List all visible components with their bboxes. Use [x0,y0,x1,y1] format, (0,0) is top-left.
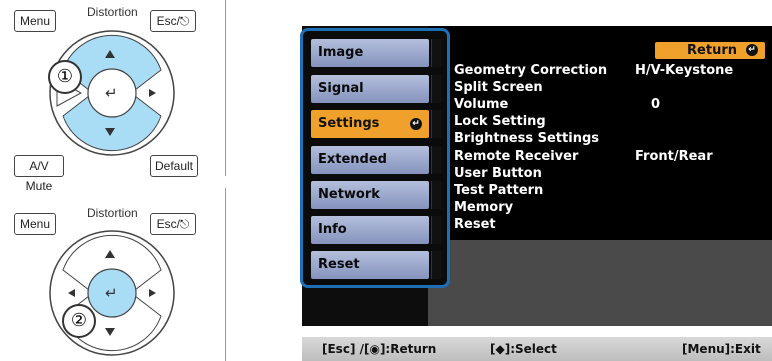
setting-remote-receiver-value: Front/Rear [635,149,713,164]
setting-reset[interactable]: Reset [454,216,496,234]
setting-volume-value: 0 [651,97,661,112]
main-menu-panel: Image Signal Settings ↵ Extended Network… [300,28,450,288]
return-label: Return [687,43,737,58]
remote-top-panel: Menu Distortion Esc/⎋ A/V Mute Default ↵… [0,0,226,193]
default-button[interactable]: Default [150,155,198,177]
footer-return-hint: [Esc] /[◉]:Return [322,342,437,356]
menu-item-settings-label: Settings [318,116,380,131]
setting-geometry-correction[interactable]: Geometry Correction [454,62,607,80]
menu-item-signal[interactable]: Signal [311,75,429,103]
step-2-marker: ② [62,304,96,338]
setting-lock-setting[interactable]: Lock Setting [454,113,546,131]
enter-icon: ↵ [746,44,758,56]
menu-item-info[interactable]: Info [311,216,429,244]
menu-footer-bar: [Esc] /[◉]:Return [◆]:Select [Menu]:Exit [302,337,772,361]
av-mute-button[interactable]: A/V Mute [14,155,64,193]
return-button[interactable]: Return ↵ [655,42,765,59]
setting-remote-receiver[interactable]: Remote Receiver [454,148,578,166]
distortion-label: Distortion [87,5,138,19]
menu-item-network[interactable]: Network [311,181,429,209]
submenu-empty-area [428,240,772,326]
setting-brightness-settings[interactable]: Brightness Settings [454,130,599,148]
setting-split-screen[interactable]: Split Screen [454,79,543,97]
setting-memory[interactable]: Memory [454,199,513,217]
step-1-marker: ① [48,60,82,94]
directional-pad-bottom[interactable]: ↵ [47,228,177,358]
menu-item-settings[interactable]: Settings ↵ [311,110,429,138]
menu-item-reset[interactable]: Reset [311,251,429,279]
setting-geometry-correction-value: H/V-Keystone [635,63,734,78]
svg-text:↵: ↵ [105,284,118,302]
menu-item-image[interactable]: Image [311,39,429,67]
setting-user-button[interactable]: User Button [454,165,542,183]
menu-item-extended[interactable]: Extended [311,146,429,174]
footer-select-hint: [◆]:Select [490,342,557,356]
remote-bottom-panel: Menu Distortion Esc/⎋ ↵ ② [0,188,226,361]
svg-text:↵: ↵ [105,84,118,102]
setting-volume[interactable]: Volume [454,96,508,114]
distortion-label: Distortion [87,206,138,220]
enter-icon: ↵ [410,118,422,130]
setting-test-pattern[interactable]: Test Pattern [454,182,543,200]
footer-exit-hint: [Menu]:Exit [682,342,761,356]
